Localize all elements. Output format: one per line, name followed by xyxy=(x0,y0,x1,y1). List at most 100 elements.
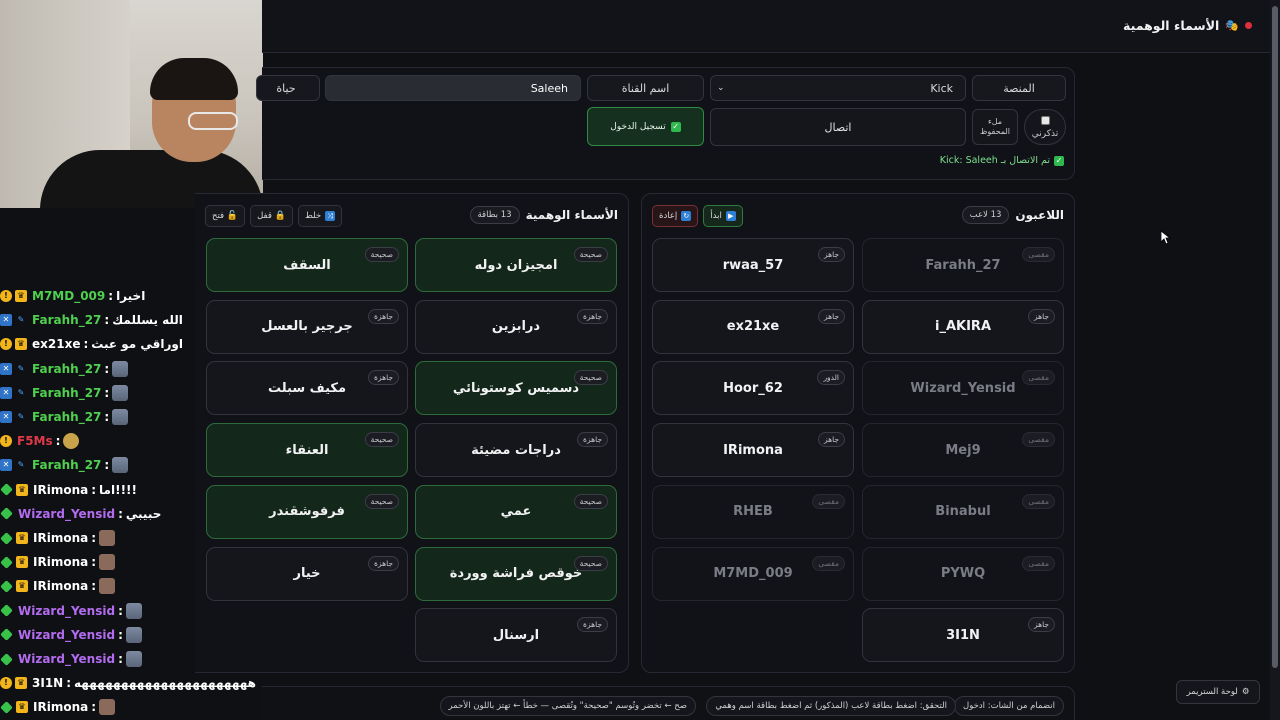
crown-badge-icon: ♛ xyxy=(15,290,27,302)
chat-username[interactable]: F5Ms xyxy=(17,434,53,448)
channel-input[interactable]: Saleeh xyxy=(325,75,581,101)
green-diamond-badge-icon xyxy=(0,652,13,666)
player-status-badge: جاهز xyxy=(817,308,845,324)
shuffle-button[interactable]: ⤨ خلط xyxy=(297,205,343,227)
player-card[interactable]: مقصى PYWQ xyxy=(862,546,1064,601)
chat-username[interactable]: Farahh_27 xyxy=(32,313,101,327)
card-status-badge: جاهزة xyxy=(368,555,399,571)
player-card[interactable]: الدور Hoor_62 xyxy=(652,361,854,416)
chat-username[interactable]: IRimona xyxy=(33,700,88,714)
chat-username[interactable]: Wizard_Yensid xyxy=(18,507,115,521)
chat-username[interactable]: Wizard_Yensid xyxy=(18,652,115,666)
players-actions: ↻ إعادة ▶ ابدأ xyxy=(652,205,743,227)
chat-separator: : xyxy=(91,482,97,497)
chat-username[interactable]: ex21xe xyxy=(32,337,80,351)
player-status-badge: مقصى xyxy=(812,493,845,509)
player-card[interactable]: جاهز i_AKIRA xyxy=(862,299,1064,354)
card-status-badge: صحيحة xyxy=(364,247,399,262)
player-status-badge: جاهز xyxy=(1027,308,1055,324)
theater-masks-icon: 🎭 xyxy=(1225,19,1239,32)
card-status-badge: صحيحة xyxy=(573,247,608,262)
chat-username[interactable]: Farahh_27 xyxy=(32,410,101,424)
chat-message: Wizard_Yensid: xyxy=(0,623,262,647)
player-card[interactable]: جاهز ex21xe xyxy=(652,299,854,354)
moderator-badge-icon: ✎ xyxy=(17,363,25,373)
fake-name-card[interactable]: صحيحة خوقص فراشة ووردة xyxy=(415,546,617,601)
platform-label: المنصة xyxy=(972,75,1066,101)
crown-badge-icon: ♛ xyxy=(16,701,28,714)
player-status-badge: جاهز xyxy=(1027,617,1055,633)
fake-name-card[interactable]: صحيحة امجيزان دوله xyxy=(415,238,617,292)
chat-username[interactable]: Farahh_27 xyxy=(32,386,101,400)
emote-icon xyxy=(99,578,116,595)
fake-name-card[interactable]: جاهزة ارسنال xyxy=(415,608,617,663)
open-button[interactable]: 🔓 فتح xyxy=(205,205,246,227)
connect-button[interactable]: اتصال xyxy=(710,108,966,146)
autofill-saved-button[interactable]: ملء المحفوظ xyxy=(972,109,1018,145)
player-status-badge: جاهز xyxy=(817,432,845,448)
start-button[interactable]: ▶ ابدأ xyxy=(703,205,743,227)
crown-badge-icon: ♛ xyxy=(16,580,28,593)
chat-username[interactable]: IRimona xyxy=(33,531,88,545)
chat-username[interactable]: Wizard_Yensid xyxy=(18,604,115,618)
chat-text: اوراقي مو عبث xyxy=(91,337,183,352)
page-scrollbar[interactable] xyxy=(1270,0,1280,720)
chat-username[interactable]: IRimona xyxy=(33,483,88,497)
card-status-badge: جاهزة xyxy=(577,432,608,448)
platform-select[interactable]: ⌄ Kick xyxy=(710,75,966,101)
chat-separator: : xyxy=(104,385,110,400)
chat-username[interactable]: IRimona xyxy=(33,579,88,593)
chat-username[interactable]: Farahh_27 xyxy=(32,458,101,472)
chat-text: الله يسللمك xyxy=(112,313,183,328)
chat-text: ههههههههههههههههههههههه xyxy=(74,676,256,691)
fake-name-card[interactable]: صحيحة عمي xyxy=(415,484,617,539)
help-verify: التحقق: اضغط بطاقة لاعب (المذكور) ثم اضغ… xyxy=(706,696,956,716)
player-card[interactable]: مقصى Farahh_27 xyxy=(862,238,1064,292)
moderator-badge-icon: ✎ xyxy=(17,387,25,397)
chat-separator: : xyxy=(104,361,110,376)
fake-name: عمي xyxy=(500,504,532,520)
fake-names-panel-title: الأسماء الوهمية xyxy=(525,208,618,222)
chat-username[interactable]: Wizard_Yensid xyxy=(18,628,115,642)
reset-button[interactable]: ↻ إعادة xyxy=(652,205,699,227)
verified-badge-icon: ✕ xyxy=(0,362,12,375)
chat-message: ♛ IRimona: xyxy=(0,574,262,598)
player-card[interactable]: مقصى Binabul xyxy=(862,484,1064,539)
checkbox-box[interactable] xyxy=(1040,115,1050,125)
chat-separator: : xyxy=(118,627,123,642)
fake-name-card[interactable]: صحيحة دسميس كوستونائي xyxy=(415,361,617,416)
fake-name: جرجير بالعسل xyxy=(261,319,353,335)
scrollbar-thumb[interactable] xyxy=(1272,6,1278,668)
subscriber-badge-icon: ! xyxy=(0,338,12,351)
player-card[interactable]: جاهز IRimona xyxy=(652,423,854,478)
clipped-field[interactable]: حياة xyxy=(256,75,320,101)
chat-message: ♛ IRimona: xyxy=(0,550,262,574)
login-button[interactable]: تسجيل الدخول ✓ xyxy=(587,107,704,146)
player-status-badge: مقصى xyxy=(1022,432,1055,448)
fake-name: خيار xyxy=(293,566,321,581)
players-panel: اللاعبون 13 لاعب ↻ إعادة ▶ ابدأ مقصى Fara… xyxy=(641,193,1075,673)
player-card[interactable]: مقصى M7MD_009 xyxy=(652,546,854,601)
player-card[interactable]: مقصى Wizard_Yensid xyxy=(862,361,1064,416)
fake-name-card[interactable]: جاهزة دراجات مضيئة xyxy=(415,423,617,478)
chat-username[interactable]: IRimona xyxy=(33,555,88,569)
player-card[interactable]: جاهز 3I1N xyxy=(862,608,1064,663)
player-card[interactable]: مقصى Mej9 xyxy=(862,423,1064,478)
chat-username[interactable]: M7MD_009 xyxy=(32,289,105,303)
player-status-badge: جاهز xyxy=(817,247,845,262)
lock-button[interactable]: 🔒 قفل xyxy=(250,205,293,227)
fake-names-panel-header: الأسماء الوهمية 13 بطاقة xyxy=(469,206,618,224)
remember-me-checkbox[interactable]: تذكرني xyxy=(1024,109,1066,145)
player-card[interactable]: مقصى RHEB xyxy=(652,484,854,539)
chat-username[interactable]: Farahh_27 xyxy=(32,362,101,376)
player-name: Wizard_Yensid xyxy=(910,380,1016,396)
chat-message: ♛ IRimona: xyxy=(0,526,262,550)
chat-username[interactable]: 3I1N xyxy=(32,676,63,690)
fake-name-card[interactable]: جاهزة درابزين xyxy=(415,299,617,354)
chat-separator: : xyxy=(104,313,110,328)
player-status-badge: مقصى xyxy=(1022,370,1055,386)
webcam-person-hair xyxy=(150,58,238,100)
player-card[interactable]: جاهز rwaa_57 xyxy=(652,238,854,292)
streamer-panel-button[interactable]: ⚙ لوحة الستريمر xyxy=(1176,680,1260,704)
green-diamond-badge-icon xyxy=(0,507,13,521)
